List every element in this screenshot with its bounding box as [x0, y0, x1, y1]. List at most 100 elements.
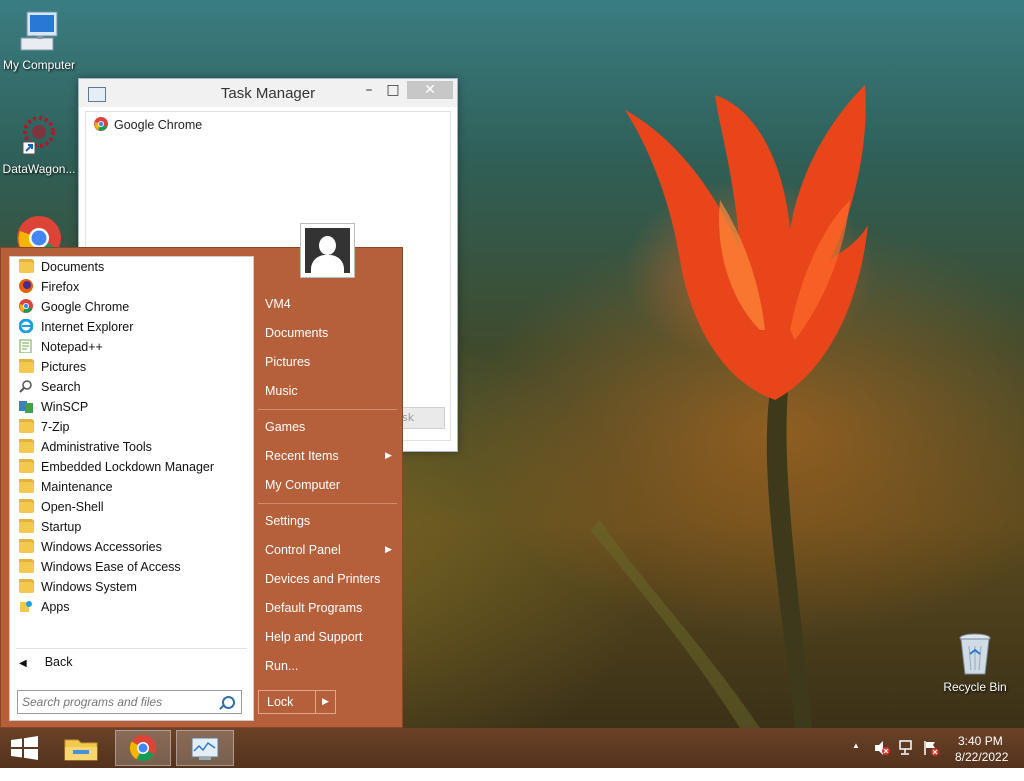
clock-time[interactable]: 3:40 PM — [958, 734, 1003, 748]
program-label: Windows Ease of Access — [41, 560, 181, 574]
program-label: Internet Explorer — [41, 320, 134, 334]
taskbar: ▲ 3:40 PM 8/22/2022 — [0, 728, 1024, 768]
menu-item-help-and-support[interactable]: Help and Support — [265, 630, 362, 644]
desktop-icon-my-computer[interactable]: My Computer — [0, 8, 78, 72]
search-box[interactable] — [17, 690, 242, 714]
back-button[interactable]: ◀ Back — [19, 655, 73, 669]
submenu-arrow-icon: ▶ — [385, 451, 392, 461]
taskbar-file-explorer[interactable] — [56, 730, 106, 766]
notepadpp-icon — [19, 339, 34, 354]
program-item-internet-explorer[interactable]: Internet Explorer — [18, 317, 134, 337]
program-label: Apps — [41, 600, 70, 614]
maximize-button[interactable]: □ — [382, 81, 404, 101]
programs-pane: Documents Firefox Google Chrome Internet… — [9, 256, 254, 721]
search-input[interactable] — [22, 694, 212, 710]
close-button[interactable]: ✕ — [407, 81, 453, 99]
search-icon — [19, 379, 34, 393]
program-item-open-shell[interactable]: Open-Shell — [19, 497, 104, 517]
menu-item-control-panel[interactable]: Control Panel — [265, 543, 341, 557]
desktop-icon-recycle-bin[interactable]: Recycle Bin — [936, 630, 1014, 694]
program-item-windows-ease-of-access[interactable]: Windows Ease of Access — [19, 557, 181, 577]
menu-item-default-programs[interactable]: Default Programs — [265, 601, 362, 615]
program-item-firefox[interactable]: Firefox — [19, 277, 79, 297]
program-item-winscp[interactable]: WinSCP — [19, 397, 88, 417]
folder-icon — [19, 459, 34, 473]
show-hidden-icons-button[interactable]: ▲ — [852, 741, 860, 781]
submenu-arrow-icon: ▶ — [385, 545, 392, 555]
start-icon — [11, 736, 38, 760]
network-icon[interactable] — [898, 739, 916, 779]
end-task-button[interactable]: sk — [397, 407, 445, 429]
apps-icon — [19, 599, 34, 613]
menu-item-recent-items[interactable]: Recent Items — [265, 449, 339, 463]
taskbar-task-manager[interactable] — [176, 730, 234, 766]
avatar-picture — [305, 228, 350, 273]
program-item-7zip[interactable]: 7-Zip — [19, 417, 69, 437]
task-manager-icon — [191, 737, 219, 760]
program-item-windows-accessories[interactable]: Windows Accessories — [19, 537, 162, 557]
program-label: Maintenance — [41, 480, 113, 494]
menu-item-pictures[interactable]: Pictures — [265, 355, 310, 369]
pictures-icon — [19, 359, 34, 373]
datawagon-icon — [15, 112, 63, 160]
program-label: Startup — [41, 520, 82, 534]
desktop-icon-datawagon[interactable]: DataWagon... — [0, 112, 78, 176]
menu-item-run[interactable]: Run... — [265, 659, 298, 673]
program-label: Firefox — [41, 280, 80, 294]
back-arrow-icon: ◀ — [19, 658, 27, 669]
program-item-chrome[interactable]: Google Chrome — [19, 297, 129, 317]
program-item-search[interactable]: Search — [19, 377, 81, 397]
menu-item-vm4[interactable]: VM4 — [265, 297, 291, 311]
program-label: WinSCP — [41, 400, 89, 414]
desktop-icon-label: DataWagon... — [2, 162, 76, 176]
action-center-flag-icon[interactable] — [922, 739, 940, 779]
program-label: Google Chrome — [41, 300, 130, 314]
program-label: Documents — [41, 260, 105, 274]
clock-date[interactable]: 8/22/2022 — [955, 750, 1008, 764]
folder-icon — [19, 519, 34, 533]
program-item-apps[interactable]: Apps — [19, 597, 70, 617]
program-item-pictures[interactable]: Pictures — [19, 357, 86, 377]
process-name: Google Chrome — [114, 118, 203, 132]
program-item-startup[interactable]: Startup — [19, 517, 81, 537]
divider — [258, 409, 397, 410]
winscp-icon — [19, 399, 34, 413]
menu-item-documents[interactable]: Documents — [265, 326, 328, 340]
search-icon[interactable] — [222, 696, 235, 709]
start-menu: Documents Firefox Google Chrome Internet… — [0, 247, 403, 728]
program-item-embedded-lockdown-manager[interactable]: Embedded Lockdown Manager — [19, 457, 214, 477]
menu-item-my-computer[interactable]: My Computer — [265, 478, 340, 492]
menu-item-music[interactable]: Music — [265, 384, 298, 398]
program-item-documents[interactable]: Documents — [19, 257, 104, 277]
desktop-icon-label: My Computer — [2, 58, 76, 72]
program-label: Administrative Tools — [41, 440, 152, 454]
menu-item-settings[interactable]: Settings — [265, 514, 310, 528]
folder-icon — [19, 559, 34, 573]
program-label: Windows System — [41, 580, 137, 594]
computer-icon — [15, 8, 63, 56]
process-row[interactable]: Google Chrome — [94, 117, 202, 132]
start-button[interactable] — [0, 730, 50, 766]
divider — [258, 503, 397, 504]
folder-icon — [19, 499, 34, 513]
menu-item-games[interactable]: Games — [265, 420, 305, 434]
program-label: Notepad++ — [41, 340, 103, 354]
volume-muted-icon[interactable] — [873, 739, 891, 779]
folder-icon — [19, 479, 34, 493]
folder-icon — [19, 439, 34, 453]
program-item-notepadpp[interactable]: Notepad++ — [19, 337, 103, 357]
taskbar-chrome[interactable] — [115, 730, 171, 766]
chrome-icon — [19, 299, 34, 313]
internet-explorer-icon — [18, 318, 34, 334]
program-item-windows-system[interactable]: Windows System — [19, 577, 137, 597]
program-item-maintenance[interactable]: Maintenance — [19, 477, 113, 497]
program-item-administrative-tools[interactable]: Administrative Tools — [19, 437, 152, 457]
lock-button[interactable]: Lock — [258, 690, 316, 714]
lock-options-arrow-icon[interactable]: ▶ — [315, 690, 336, 714]
documents-icon — [19, 259, 34, 273]
task-manager-titlebar[interactable]: Task Manager – □ ✕ — [79, 79, 457, 107]
minimize-button[interactable]: – — [359, 81, 379, 101]
menu-item-devices-and-printers[interactable]: Devices and Printers — [265, 572, 380, 586]
user-avatar[interactable] — [300, 223, 355, 278]
folder-icon — [19, 419, 34, 433]
